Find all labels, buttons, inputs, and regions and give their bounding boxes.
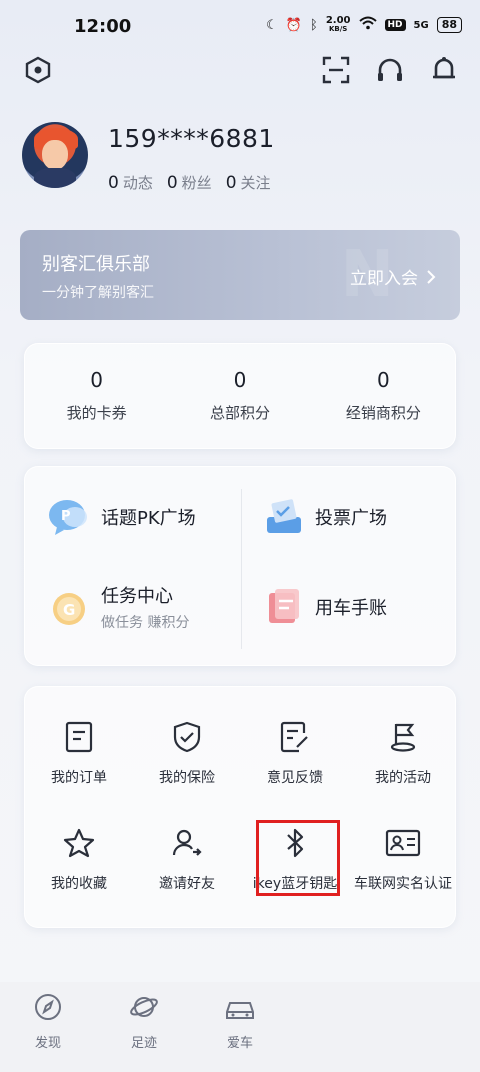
points-card: 0 我的卡券 0 总部积分 0 经销商积分 (24, 343, 456, 449)
points-dealer[interactable]: 0 经销商积分 (312, 344, 455, 448)
services-card: 我的订单 我的保险 意见反馈 我的活动 我的收藏 邀请好友 ikey蓝牙钥匙 车… (24, 686, 456, 928)
service-orders[interactable]: 我的订单 (25, 719, 133, 787)
planet-icon (130, 997, 158, 1017)
service-feedback[interactable]: 意见反馈 (241, 719, 349, 787)
service-insurance[interactable]: 我的保险 (133, 719, 241, 787)
bell-icon[interactable] (428, 54, 460, 86)
stat-fans[interactable]: 0 粉丝 (167, 172, 212, 193)
feature-topic-pk[interactable]: P 话题PK广场 (47, 475, 237, 559)
car-icon (226, 1002, 254, 1019)
pk-chat-icon: P (47, 495, 91, 539)
club-banner[interactable]: N 别客汇俱乐部 一分钟了解别客汇 立即入会 (20, 230, 460, 320)
points-coupons[interactable]: 0 我的卡券 (25, 344, 168, 448)
bluetooth-status-icon: ᛒ (310, 17, 318, 33)
club-title: 别客汇俱乐部 (42, 254, 150, 275)
hd-badge: HD (384, 19, 406, 31)
scan-icon[interactable] (320, 54, 352, 86)
feature-car-notebook[interactable]: 用车手账 (261, 565, 451, 649)
battery-indicator: 88 (436, 17, 462, 33)
status-icons: ☾ ⏰ ᛒ 2.00 KB/S HD 5G 88 (266, 16, 462, 34)
service-activities[interactable]: 我的活动 (349, 719, 457, 787)
network-speed: 2.00 KB/S (325, 15, 351, 34)
svg-text:G: G (63, 601, 75, 619)
invite-user-icon (169, 825, 205, 861)
bottom-tabbar: 发现 足迹 爱车 (0, 982, 480, 1072)
feature-vote[interactable]: 投票广场 (261, 475, 451, 559)
order-icon (61, 719, 97, 755)
service-invite[interactable]: 邀请好友 (133, 825, 241, 893)
settings-hex-icon[interactable] (22, 54, 54, 86)
feedback-icon (277, 719, 313, 755)
tab-my-car[interactable]: 爱车 (210, 992, 270, 1051)
chevron-right-icon (427, 269, 436, 284)
points-hq[interactable]: 0 总部积分 (168, 344, 311, 448)
user-phone[interactable]: 159****6881 (108, 124, 275, 153)
star-icon (61, 825, 97, 861)
stat-posts[interactable]: 0 动态 (108, 172, 153, 193)
profile-stats: 0 动态 0 粉丝 0 关注 (108, 172, 271, 193)
highlight-box (256, 820, 340, 896)
tab-discover[interactable]: 发现 (18, 992, 78, 1051)
status-time: 12:00 (74, 16, 132, 37)
status-bar: 12:00 ☾ ⏰ ᛒ 2.00 KB/S HD 5G 88 (0, 0, 480, 56)
alarm-icon: ⏰ (285, 17, 302, 33)
join-club-button[interactable]: 立即入会 (350, 264, 436, 289)
id-card-icon (385, 825, 421, 861)
tab-footprint[interactable]: 足迹 (114, 992, 174, 1051)
service-realname-auth[interactable]: 车联网实名认证 (349, 825, 457, 893)
activity-flag-icon (385, 719, 421, 755)
vote-box-icon (261, 495, 305, 539)
wifi-icon (358, 16, 377, 34)
signal-indicator: 5G (413, 19, 429, 31)
stat-following[interactable]: 0 关注 (226, 172, 271, 193)
service-favorites[interactable]: 我的收藏 (25, 825, 133, 893)
moon-icon: ☾ (266, 17, 278, 33)
avatar[interactable] (22, 122, 88, 188)
notebook-icon (261, 585, 305, 629)
headset-icon[interactable] (374, 54, 406, 86)
svg-text:P: P (61, 509, 71, 524)
task-coin-icon: G (47, 585, 91, 629)
feature-task-center[interactable]: G 任务中心 做任务 赚积分 (47, 565, 237, 649)
compass-icon (35, 994, 61, 1020)
club-subtitle: 一分钟了解别客汇 (42, 285, 154, 301)
insurance-shield-icon (169, 719, 205, 755)
features-card: P 话题PK广场 投票广场 G 任务中心 做任务 赚积分 用车手账 (24, 466, 456, 666)
